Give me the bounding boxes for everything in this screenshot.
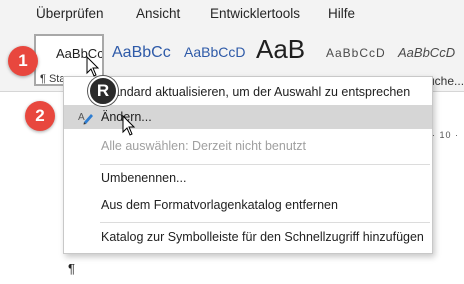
tab-hilfe[interactable]: Hilfe bbox=[328, 6, 355, 21]
menu-item-label: Alle auswählen: Derzeit nicht benutzt bbox=[101, 139, 306, 153]
menu-item-select-all: Alle auswählen: Derzeit nicht benutzt bbox=[64, 134, 432, 158]
menu-item-label: Standard aktualisieren, um der Auswahl z… bbox=[101, 85, 411, 99]
style-sample: AaBbCcD bbox=[398, 45, 456, 60]
paragraph-mark: ¶ bbox=[68, 261, 75, 276]
style-label-fragment: uche... bbox=[428, 74, 464, 88]
style-label: ¶ Sta bbox=[40, 73, 66, 85]
tab-ansicht[interactable]: Ansicht bbox=[136, 6, 180, 21]
pencil-icon: A bbox=[78, 109, 94, 125]
step-marker-1: 1 bbox=[8, 46, 38, 76]
mouse-pointer-icon bbox=[122, 115, 136, 136]
menu-separator bbox=[100, 164, 430, 165]
r-badge-icon: R bbox=[88, 76, 118, 106]
menu-item-label: Aus dem Formatvorlagenkatalog entfernen bbox=[101, 198, 338, 212]
menu-item-add-to-quick-access[interactable]: Katalog zur Symbolleiste für den Schnell… bbox=[64, 225, 432, 249]
style-sample: AaBbCcD bbox=[184, 44, 246, 60]
menu-item-modify[interactable]: A Ändern... bbox=[64, 105, 432, 129]
tab-entwicklertools[interactable]: Entwicklertools bbox=[210, 6, 300, 21]
tab-ueberpruefen[interactable]: Überprüfen bbox=[36, 6, 104, 21]
step-marker-2: 2 bbox=[25, 101, 55, 131]
menu-item-update-standard[interactable]: Standard aktualisieren, um der Auswahl z… bbox=[64, 80, 432, 104]
style-context-menu: Standard aktualisieren, um der Auswahl z… bbox=[63, 76, 433, 254]
ruler-fragment: · 10 · bbox=[432, 130, 460, 140]
menu-item-remove-from-gallery[interactable]: Aus dem Formatvorlagenkatalog entfernen bbox=[64, 193, 432, 217]
ribbon-tab-bar: Überprüfen Ansicht Entwicklertools Hilfe bbox=[0, 0, 464, 30]
style-sample: AaB bbox=[256, 34, 306, 64]
mouse-pointer-icon bbox=[86, 56, 100, 77]
menu-item-label: Katalog zur Symbolleiste für den Schnell… bbox=[101, 230, 424, 244]
menu-item-rename[interactable]: Umbenennen... bbox=[64, 166, 432, 190]
menu-separator bbox=[100, 222, 430, 223]
menu-item-label: Umbenennen... bbox=[101, 171, 187, 185]
svg-text:A: A bbox=[78, 112, 85, 123]
style-sample: AaBbCcD bbox=[326, 46, 386, 60]
style-sample: AaBbCc bbox=[112, 44, 171, 61]
